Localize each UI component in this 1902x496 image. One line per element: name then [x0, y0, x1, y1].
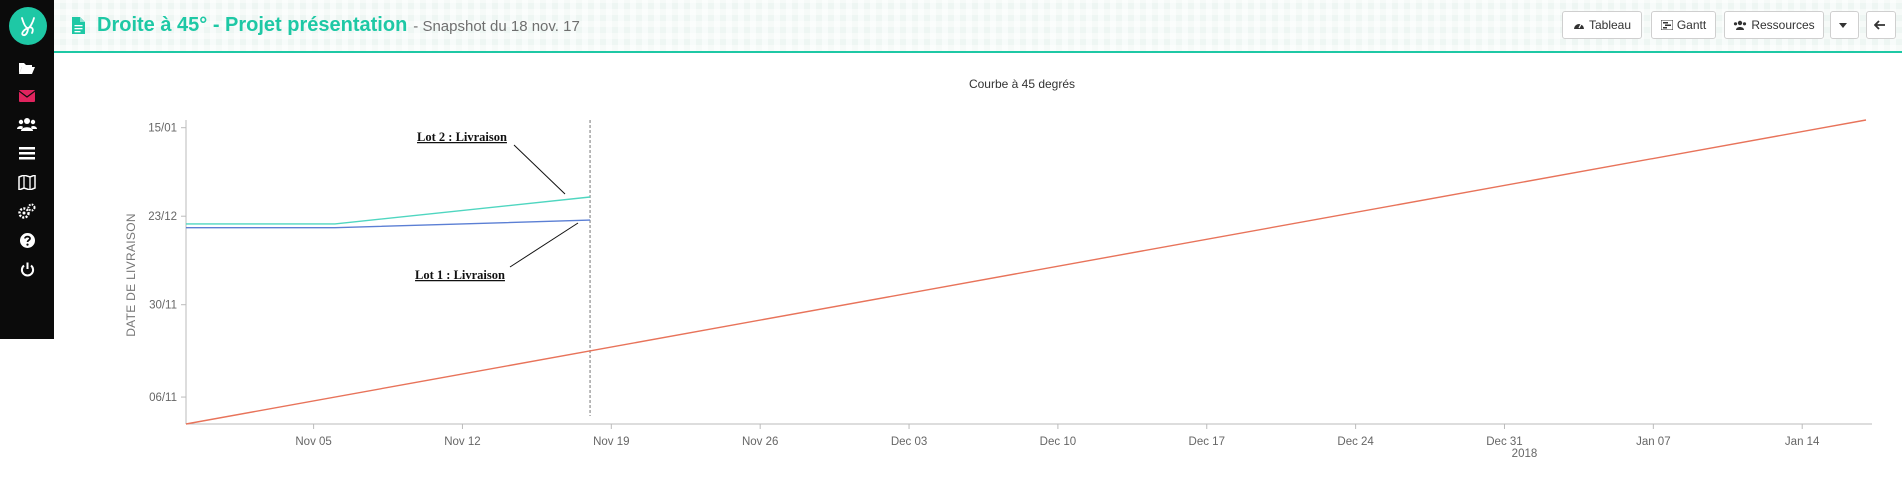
x-tick-label: Nov 12 — [444, 436, 480, 448]
x-tick-label: Dec 17 — [1189, 436, 1225, 448]
annotation-leader-lot2 — [513, 144, 566, 195]
chart-title: Courbe à 45 degrés — [969, 77, 1075, 91]
annotation-leader-lot1 — [509, 222, 579, 268]
x-tick-label: Dec 10 — [1040, 436, 1076, 448]
chart: Courbe à 45 degrés DATE DE LIVRAISON Nov… — [124, 77, 1872, 460]
x-year-label: 2018 — [1512, 448, 1538, 460]
axes: Nov 05 Nov 12 Nov 19 Nov 26 Dec 03 Dec 10 Dec … — [148, 120, 1872, 460]
y-tick-label: 30/11 — [149, 300, 177, 312]
annotations: Lot 2 : Livraison Lot 1 : Livraison — [415, 130, 579, 282]
x-tick-label: Jan 07 — [1636, 436, 1671, 448]
annotation-lot1: Lot 1 : Livraison — [415, 268, 505, 282]
x-tick-label: Nov 19 — [593, 436, 629, 448]
x-tick-label: Dec 31 — [1486, 436, 1522, 448]
x-tick-label: Jan 14 — [1785, 436, 1820, 448]
y-tick-label: 15/01 — [148, 123, 177, 135]
y-tick-label: 06/11 — [149, 392, 177, 404]
x-tick-label: Dec 03 — [891, 436, 927, 448]
x-tick-label: Nov 05 — [295, 436, 331, 448]
y-axis-title: DATE DE LIVRAISON — [124, 213, 138, 337]
x-tick-label: Nov 26 — [742, 436, 778, 448]
series-line-lot2 — [186, 196, 591, 225]
annotation-lot2: Lot 2 : Livraison — [417, 130, 507, 144]
x-tick-label: Dec 24 — [1337, 436, 1374, 448]
y-tick-label: 23/12 — [148, 211, 177, 223]
